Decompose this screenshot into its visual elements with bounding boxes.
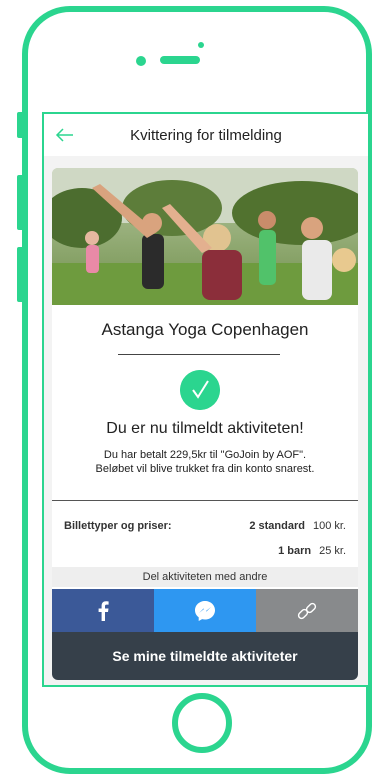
share-buttons xyxy=(52,589,358,632)
receipt-card: Astanga Yoga Copenhagen Du er nu tilmeld… xyxy=(52,168,358,680)
ticket-row: 1 barn 25 kr. xyxy=(278,545,346,557)
ticket-price: 25 kr. xyxy=(319,545,346,557)
title-divider xyxy=(118,354,280,355)
view-my-activities-button[interactable]: Se mine tilmeldte aktiviteter xyxy=(52,632,358,680)
facebook-share-button[interactable] xyxy=(52,589,154,632)
section-divider xyxy=(52,500,358,501)
messenger-share-button[interactable] xyxy=(154,589,256,632)
speaker-grille xyxy=(160,56,200,64)
confirmation-message: Du har betalt 229,5kr til "GoJoin by AOF… xyxy=(66,448,344,476)
share-label: Del aktiviteten med andre xyxy=(52,567,358,587)
activity-photo xyxy=(52,168,358,305)
top-bar: Kvittering for tilmelding xyxy=(44,114,368,156)
facebook-icon xyxy=(98,600,109,621)
activity-title: Astanga Yoga Copenhagen xyxy=(101,320,309,339)
ticket-quantity: 2 standard xyxy=(249,520,305,532)
front-camera xyxy=(136,56,146,66)
camera-dot xyxy=(198,42,204,48)
payment-info: Du har betalt 229,5kr til "GoJoin by AOF… xyxy=(103,449,307,461)
copy-link-button[interactable] xyxy=(256,589,358,632)
checkmark-icon xyxy=(180,370,220,410)
messenger-icon xyxy=(195,600,215,621)
confirmation-title: Du er nu tilmeldt aktiviteten! xyxy=(106,420,304,437)
app-screen: Kvittering for tilmelding Astanga Yoga C… xyxy=(42,112,370,687)
ticket-row: 2 standard 100 kr. xyxy=(249,520,346,532)
ticket-price: 100 kr. xyxy=(312,520,346,532)
back-arrow-icon[interactable] xyxy=(54,124,76,146)
ticket-quantity: 1 barn xyxy=(278,545,312,557)
home-button[interactable] xyxy=(172,693,232,753)
link-icon xyxy=(297,602,317,619)
payment-note: Beløbet vil blive trukket fra din konto … xyxy=(95,463,315,475)
ticket-types-label: Billettyper og priser: xyxy=(64,520,172,532)
page-title: Kvittering for tilmelding xyxy=(130,126,282,144)
